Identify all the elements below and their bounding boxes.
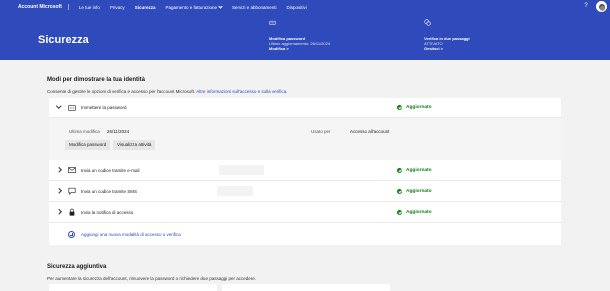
- identity-section-title: Modi per dimostrare la tua identità: [47, 77, 146, 83]
- change-password-button[interactable]: Modifica password: [65, 140, 111, 150]
- manage-two-step-link[interactable]: Gestisci >: [424, 46, 470, 51]
- check-icon: [397, 210, 402, 215]
- sign-in-notification-row[interactable]: Invia la notifica di accesso Aggiornato: [49, 202, 561, 223]
- notification-row-label: Invia la notifica di accesso: [81, 210, 134, 215]
- nav-link-privacy[interactable]: Privacy: [110, 5, 125, 10]
- learn-more-link[interactable]: Altre informazioni sull'accesso e sulla …: [196, 89, 287, 94]
- chevron-right-icon[interactable]: [56, 209, 62, 215]
- identity-desc-text: Consente di gestire le opzioni di verifi…: [47, 89, 196, 94]
- add-method-row[interactable]: Aggiungi una nuova modalità di accesso o…: [49, 223, 561, 245]
- chevron-right-icon[interactable]: [56, 188, 62, 194]
- status-badge: Aggiornato: [397, 105, 432, 110]
- page-title: Sicurezza: [38, 34, 89, 46]
- add-method-link[interactable]: Aggiungi una nuova modalità di accesso o…: [81, 232, 181, 237]
- nav-link-services[interactable]: Servizi e abbonamenti: [232, 5, 277, 10]
- additional-security-desc: Per aumentare la sicurezza dell'account,…: [47, 276, 256, 281]
- sms-row-label: Invia un codice tramite SMS: [81, 189, 138, 194]
- nav-link-info[interactable]: Le tue info: [79, 5, 100, 10]
- password-row-label: Immettere la password: [81, 105, 127, 110]
- status-text: Aggiornato: [406, 189, 432, 194]
- status-text: Aggiornato: [406, 210, 432, 215]
- top-nav: Account Microsoft Le tue info Privacy Si…: [0, 0, 610, 14]
- status-badge: Aggiornato: [397, 168, 432, 173]
- masked-email: [219, 165, 264, 175]
- two-step-summary: Verifica in due passaggi ATTIVATO Gestis…: [424, 19, 470, 52]
- change-password-link[interactable]: Modifica >: [269, 46, 330, 51]
- hero-banner: Sicurezza Modifica password Ultimo aggio…: [0, 14, 610, 60]
- brand-name[interactable]: Account Microsoft: [18, 4, 69, 10]
- lock-icon: [69, 208, 75, 216]
- check-icon: [397, 189, 402, 194]
- email-row-label: Invia un codice tramite e-mail: [81, 168, 140, 173]
- status-badge: Aggiornato: [397, 189, 432, 194]
- email-code-row[interactable]: Invia un codice tramite e-mail Aggiornat…: [49, 160, 561, 181]
- nav-link-payment-label: Pagamento e fatturazione: [165, 4, 217, 10]
- chevron-down-icon: [218, 3, 223, 9]
- help-icon[interactable]: ?: [582, 2, 590, 10]
- last-modified-value: 26/11/2024: [107, 129, 130, 134]
- key-icon: [269, 20, 276, 25]
- status-badge: Aggiornato: [397, 210, 432, 215]
- avatar-image-detail: [600, 6, 605, 11]
- view-activity-button[interactable]: Visualizza attività: [113, 140, 156, 150]
- password-row[interactable]: Immettere la password Aggiornato: [49, 98, 561, 118]
- two-step-icon: [424, 19, 431, 26]
- nav-links: Le tue info Privacy Sicurezza Pagamento …: [69, 3, 307, 10]
- add-icon[interactable]: [68, 231, 75, 238]
- identity-card: Immettere la password Aggiornato Ultima …: [49, 98, 561, 245]
- used-for-value: Accesso all'account: [350, 129, 390, 134]
- identity-section-desc: Consente di gestire le opzioni di verifi…: [47, 89, 287, 94]
- password-icon: [68, 105, 76, 111]
- last-modified-label: Ultima modifica: [69, 129, 100, 134]
- status-text: Aggiornato: [406, 105, 432, 110]
- check-icon: [397, 168, 402, 173]
- password-summary: Modifica password Ultimo aggiornamento: …: [269, 20, 330, 52]
- nav-link-devices[interactable]: Dispositivi: [287, 5, 307, 10]
- security-card-right[interactable]: [222, 284, 390, 291]
- status-text: Aggiornato: [406, 168, 432, 173]
- chevron-down-icon[interactable]: [56, 103, 62, 109]
- check-icon: [397, 105, 402, 110]
- used-for-label: Usato per: [311, 129, 331, 134]
- nav-link-payment[interactable]: Pagamento e fatturazione: [165, 3, 223, 10]
- password-details: Ultima modifica 26/11/2024 Usato per Acc…: [49, 118, 561, 160]
- nav-link-security[interactable]: Sicurezza: [135, 5, 156, 10]
- sms-code-row[interactable]: Invia un codice tramite SMS Aggiornato: [49, 181, 561, 202]
- masked-phone: [217, 186, 253, 196]
- email-icon: [68, 167, 76, 173]
- chevron-right-icon[interactable]: [56, 167, 62, 173]
- avatar[interactable]: [596, 1, 607, 12]
- security-card-left[interactable]: [49, 284, 217, 291]
- additional-security-title: Sicurezza aggiuntiva: [47, 264, 107, 270]
- chat-icon: [68, 187, 76, 195]
